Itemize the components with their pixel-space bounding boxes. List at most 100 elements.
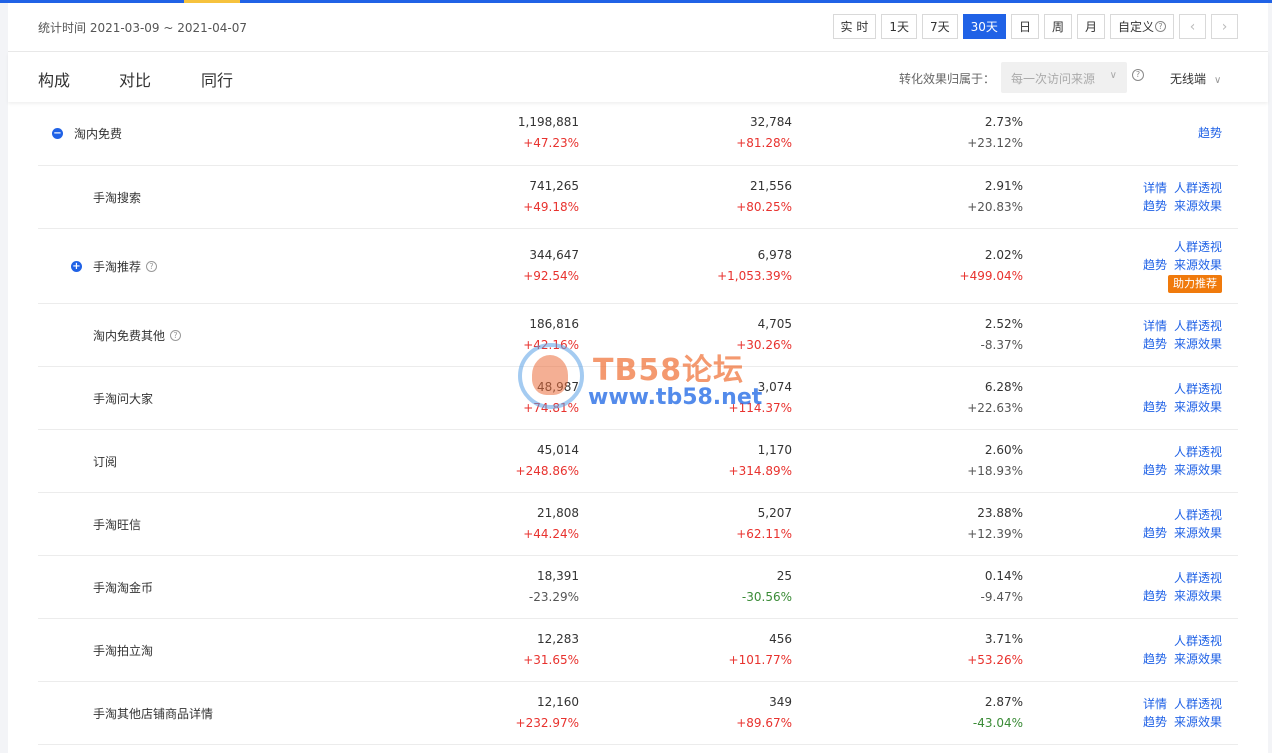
action-link[interactable]: 趋势 [1143,400,1167,414]
chevron-left-icon[interactable]: ‹ [1179,14,1206,39]
metric-change: -8.37% [980,338,1023,352]
action-link[interactable]: 人群透视 [1174,634,1222,648]
action-link[interactable]: 来源效果 [1174,337,1222,351]
help-icon[interactable]: ? [146,260,158,272]
action-link[interactable]: 来源效果 [1174,652,1222,666]
action-link[interactable]: 人群透视 [1174,319,1222,333]
metric-value: 2.52% [984,317,1023,331]
metric-value: 3.71% [984,632,1023,646]
attribution-select[interactable]: 每一次访问来源 ∨ [1001,62,1127,93]
tab-comparison[interactable]: 对比 [119,67,151,91]
metric-value: 2.87% [984,695,1023,709]
action-line: 趋势 来源效果 [1136,256,1222,274]
boost-recommend-button[interactable]: 助力推荐 [1168,275,1222,293]
tab-peers[interactable]: 同行 [201,67,233,91]
action-link[interactable]: 趋势 [1143,526,1167,540]
period-button[interactable]: 30天 [962,14,1006,39]
action-link[interactable]: 来源效果 [1174,589,1222,603]
help-icon[interactable]: ? [1132,69,1144,81]
action-link[interactable]: 趋势 [1143,337,1167,351]
action-link[interactable]: 详情 [1143,697,1167,711]
custom-period-button[interactable]: 自定义? [1109,14,1174,39]
metric-change: +499.04% [959,269,1023,283]
source-name-cell: − 淘内免费 [52,102,122,165]
table-row: 手淘其他店铺商品详情 12,160 +232.97% 349 +89.67% 2.87% -… [38,682,1238,745]
expand-icon[interactable]: + [71,260,82,272]
metric-value: 23.88% [977,506,1023,520]
action-link[interactable]: 人群透视 [1174,508,1222,522]
period-button[interactable]: 7天 [922,14,958,39]
action-link[interactable]: 来源效果 [1174,400,1222,414]
metric-cell: 6.28% +22.63% [967,377,1023,419]
metric-cell: 2.52% -8.37% [981,314,1023,356]
source-name: 手淘拍立淘 [93,643,154,658]
period-button[interactable]: 1天 [881,14,918,39]
help-icon[interactable]: ? [170,329,182,341]
action-link[interactable]: 来源效果 [1174,715,1222,729]
action-link[interactable]: 趋势 [1198,126,1222,140]
action-link[interactable]: 来源效果 [1174,526,1222,540]
metric-value: 21,808 [537,506,579,520]
source-name: 淘内免费其他 [93,328,166,343]
metric-change: -9.47% [980,590,1023,604]
period-button[interactable]: 实 时 [832,14,877,39]
action-link[interactable]: 趋势 [1143,258,1167,272]
action-link[interactable]: 趋势 [1143,715,1167,729]
metric-cell: 2.60% +18.93% [967,440,1023,482]
action-link[interactable]: 来源效果 [1174,258,1222,272]
metric-change: -43.04% [972,716,1023,730]
action-link[interactable]: 来源效果 [1174,463,1222,477]
action-line: 趋势 来源效果 [1136,713,1222,731]
action-line: 人群透视 [1136,506,1222,524]
metric-cell: 1,198,881 +47.23% [518,112,579,154]
action-link[interactable]: 趋势 [1143,199,1167,213]
collapse-icon[interactable]: − [52,128,63,139]
metric-change: +12.39% [967,527,1023,541]
action-line: 趋势 来源效果 [1136,461,1222,479]
metric-value: 45,014 [537,443,579,457]
action-link[interactable]: 人群透视 [1174,240,1222,254]
metric-value: 186,816 [529,317,579,331]
metric-value: 456 [769,632,792,646]
action-link[interactable]: 详情 [1143,319,1167,333]
action-link[interactable]: 人群透视 [1174,445,1222,459]
source-name: 订阅 [93,454,118,469]
action-link[interactable]: 趋势 [1143,589,1167,603]
action-link[interactable]: 趋势 [1143,652,1167,666]
metric-change: +20.83% [967,200,1023,214]
metric-cell: 3,074 +114.37% [729,377,792,419]
metric-change: +101.77% [728,653,792,667]
metric-value: 12,160 [537,695,579,709]
action-link[interactable]: 详情 [1143,181,1167,195]
metric-cell: 2.73% +23.12% [967,112,1023,154]
action-link[interactable]: 人群透视 [1174,571,1222,585]
metric-value: 1,198,881 [517,115,579,129]
row-actions: 详情 人群透视 趋势 来源效果 [1136,317,1222,353]
device-select-value: 无线端 [1170,72,1207,86]
action-link[interactable]: 人群透视 [1174,181,1222,195]
tab-composition[interactable]: 构成 [38,67,70,91]
action-link[interactable]: 人群透视 [1174,382,1222,396]
metric-change: +42.16% [523,338,579,352]
period-button[interactable]: 周 [1043,14,1072,39]
action-link[interactable]: 人群透视 [1174,697,1222,711]
action-link[interactable]: 来源效果 [1174,199,1222,213]
chevron-down-icon: ∨ [1214,75,1222,86]
source-name: 手淘推荐 [93,259,142,274]
metric-value: 4,705 [757,317,792,331]
metric-change: +47.23% [523,136,579,150]
source-name-cell: 手淘淘金币 [93,556,153,618]
metric-value: 5,207 [757,506,792,520]
metric-change: +62.11% [736,527,792,541]
action-line: 详情 人群透视 [1136,695,1222,713]
table-row: 手淘旺信 21,808 +44.24% 5,207 +62.11% 23.88% +12.3… [38,493,1238,556]
chevron-right-icon[interactable]: › [1211,14,1238,39]
row-actions: 趋势 [1191,124,1222,142]
source-name: 淘内免费 [74,127,123,141]
period-button[interactable]: 日 [1010,14,1039,39]
period-button[interactable]: 月 [1076,14,1105,39]
device-select[interactable]: 无线端 ∨ [1170,70,1221,87]
metric-cell: 2.87% -43.04% [973,692,1023,734]
action-line: 人群透视 [1136,238,1222,256]
action-link[interactable]: 趋势 [1143,463,1167,477]
